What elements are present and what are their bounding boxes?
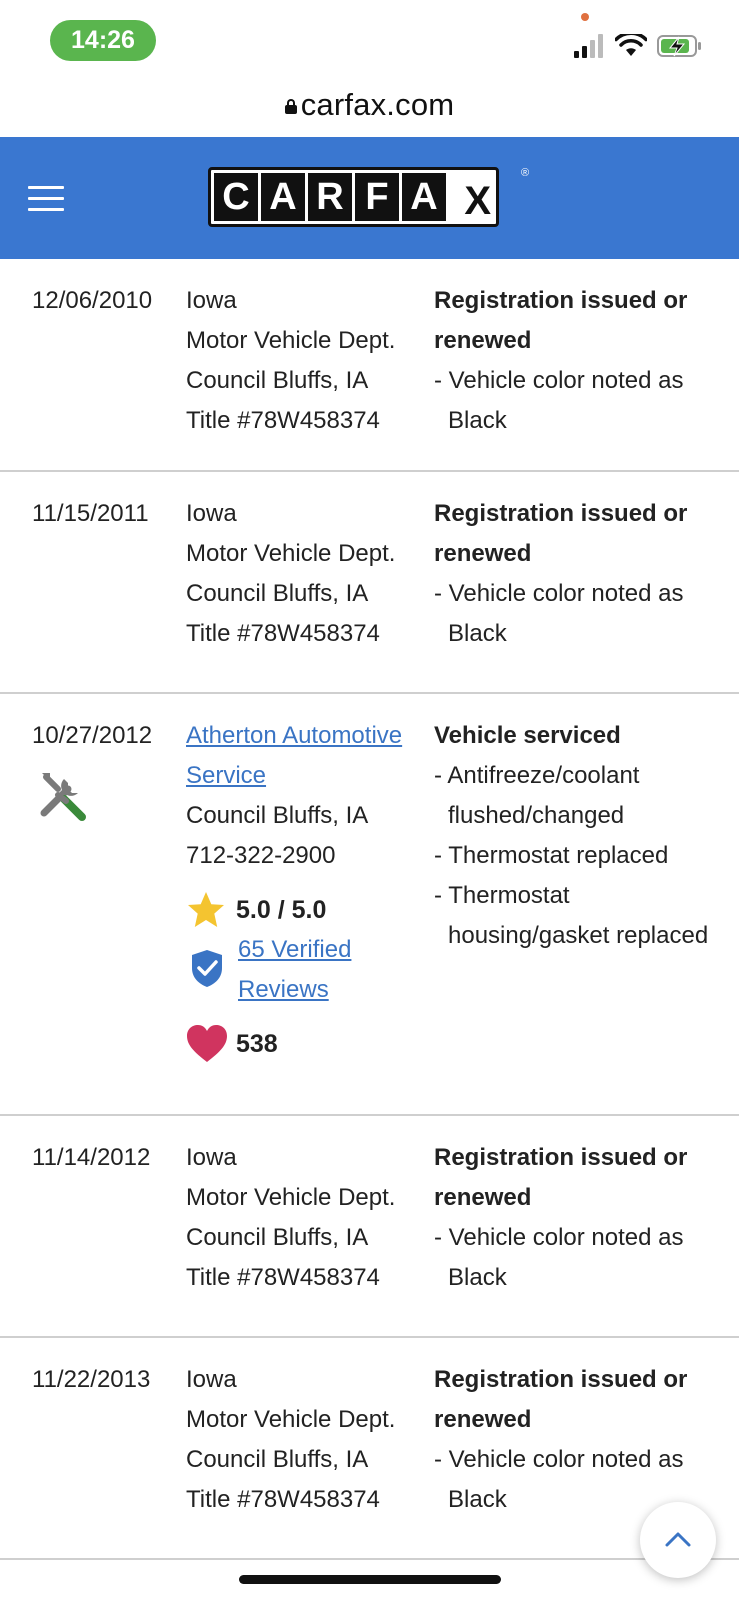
comment-item: - Vehicle color noted as Black [434, 1224, 684, 1291]
comment-item: - Vehicle color noted as Black [434, 367, 684, 434]
source-line: Council Bluffs, IA [186, 1446, 369, 1473]
favorites-count: 538 [236, 1030, 278, 1058]
recording-dot-icon [581, 13, 589, 21]
status-bar: 14:26 [0, 0, 739, 78]
record-source: Iowa Motor Vehicle Dept. Council Bluffs,… [186, 1360, 426, 1520]
history-record: 11/14/2012 Iowa Motor Vehicle Dept. Coun… [0, 1116, 739, 1338]
record-source: Iowa Motor Vehicle Dept. Council Bluffs,… [186, 281, 426, 441]
record-date: 10/27/2012 [32, 722, 153, 749]
history-record: 11/22/2013 Iowa Motor Vehicle Dept. Coun… [0, 1338, 739, 1560]
source-line: Iowa [186, 1366, 237, 1393]
battery-charging-icon [657, 35, 701, 57]
reviews-row: 65 Verified Reviews [186, 930, 426, 1010]
record-comments: Vehicle serviced - Antifreeze/coolant fl… [434, 716, 734, 956]
lock-icon [284, 99, 297, 114]
hamburger-menu-icon[interactable] [28, 186, 64, 212]
source-line: Title #78W458374 [186, 407, 380, 434]
shop-rating: 5.0 / 5.0 [236, 896, 327, 924]
record-date: 11/14/2012 [32, 1144, 151, 1171]
service-shop-link[interactable]: Atherton Automotive Service [186, 716, 426, 796]
comment-title: Registration issued or renewed [434, 1366, 688, 1433]
rating-row: 5.0 / 5.0 [186, 890, 426, 930]
comment-title: Registration issued or renewed [434, 287, 688, 354]
comment-item: - Vehicle color noted as Black [434, 580, 684, 647]
record-comments: Registration issued or renewed - Vehicle… [434, 1138, 734, 1298]
source-phone[interactable]: 712-322-2900 [186, 836, 426, 876]
url-text: carfax.com [300, 87, 455, 122]
comment-item: - Thermostat housing/gasket replaced [434, 882, 709, 949]
verified-shield-icon [192, 950, 222, 987]
favorites-row: 538 [186, 1024, 426, 1064]
cellular-signal-icon [574, 34, 603, 58]
record-date: 12/06/2010 [32, 287, 153, 314]
comment-title: Registration issued or renewed [434, 500, 688, 567]
record-comments: Registration issued or renewed - Vehicle… [434, 281, 734, 441]
browser-address-bar[interactable]: carfax.com [0, 80, 739, 136]
heart-icon [187, 1025, 227, 1062]
verified-reviews-link[interactable]: 65 Verified Reviews [238, 930, 388, 1010]
source-line: Iowa [186, 287, 237, 314]
logo-letter: R [308, 173, 352, 221]
logo-letter: C [214, 173, 258, 221]
registered-mark: ® [521, 167, 530, 179]
comment-title: Vehicle serviced [434, 722, 621, 749]
source-line: Iowa [186, 500, 237, 527]
source-line: Iowa [186, 1144, 237, 1171]
history-record: 11/15/2011 Iowa Motor Vehicle Dept. Coun… [0, 472, 739, 694]
history-record: 12/06/2010 Iowa Motor Vehicle Dept. Coun… [0, 259, 739, 472]
source-line: Title #78W458374 [186, 1486, 380, 1513]
source-line: Council Bluffs, IA [186, 580, 369, 607]
record-comments: Registration issued or renewed - Vehicle… [434, 1360, 734, 1520]
source-line: Council Bluffs, IA [186, 367, 369, 394]
source-line: Title #78W458374 [186, 620, 380, 647]
record-date: 11/15/2011 [32, 500, 149, 527]
history-record-service: 10/27/2012 Atherton Automotive Service C… [0, 694, 739, 1116]
history-records: 12/06/2010 Iowa Motor Vehicle Dept. Coun… [0, 259, 739, 1560]
source-line: Council Bluffs, IA [186, 802, 369, 829]
source-line: Motor Vehicle Dept. [186, 1184, 396, 1211]
site-header: C A R F A X ® [0, 137, 739, 259]
logo-letter-x: X [449, 173, 493, 223]
record-source: Atherton Automotive Service Council Bluf… [186, 716, 426, 1064]
source-line: Motor Vehicle Dept. [186, 327, 396, 354]
record-date: 11/22/2013 [32, 1366, 151, 1393]
chevron-up-icon [665, 1532, 691, 1547]
carfax-logo[interactable]: C A R F A X [208, 167, 499, 227]
source-line: Motor Vehicle Dept. [186, 540, 396, 567]
star-icon [188, 892, 224, 927]
comment-title: Registration issued or renewed [434, 1144, 688, 1211]
record-source: Iowa Motor Vehicle Dept. Council Bluffs,… [186, 1138, 426, 1298]
source-line: Motor Vehicle Dept. [186, 1406, 396, 1433]
source-line: Council Bluffs, IA [186, 1224, 369, 1251]
logo-letter: A [261, 173, 305, 221]
record-source: Iowa Motor Vehicle Dept. Council Bluffs,… [186, 494, 426, 654]
home-indicator [239, 1575, 501, 1584]
scroll-to-top-button[interactable] [640, 1502, 716, 1578]
logo-letter: F [355, 173, 399, 221]
comment-item: - Thermostat replaced [434, 842, 669, 869]
service-tools-icon [40, 773, 86, 821]
logo-letter: A [402, 173, 446, 221]
comment-item: - Antifreeze/coolant flushed/changed [434, 762, 640, 829]
wifi-icon [615, 34, 647, 56]
record-comments: Registration issued or renewed - Vehicle… [434, 494, 734, 654]
status-time: 14:26 [50, 20, 156, 61]
source-line: Title #78W458374 [186, 1264, 380, 1291]
